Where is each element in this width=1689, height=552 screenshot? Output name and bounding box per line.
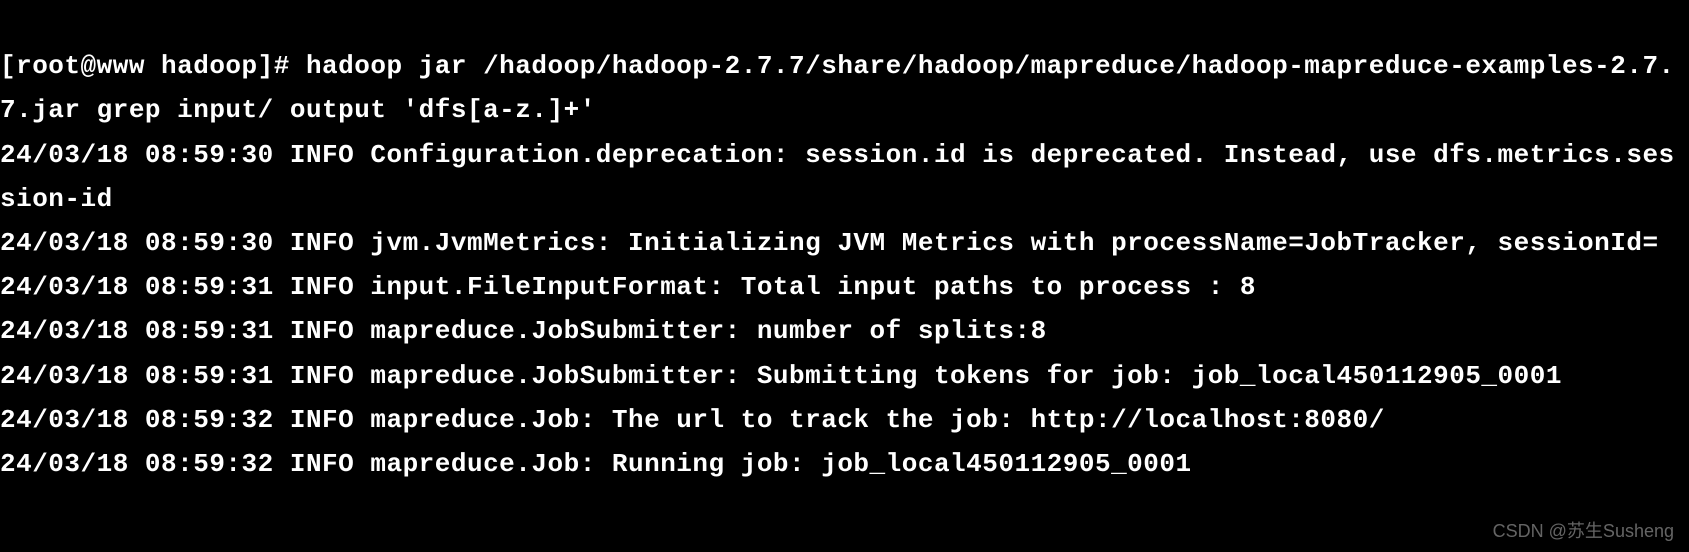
watermark-text: CSDN @苏生Susheng	[1493, 516, 1674, 547]
terminal-line: 24/03/18 08:59:30 INFO Configuration.dep…	[0, 140, 1675, 214]
terminal-output: [root@www hadoop]# hadoop jar /hadoop/ha…	[0, 0, 1689, 486]
terminal-line: 24/03/18 08:59:31 INFO mapreduce.JobSubm…	[0, 361, 1562, 391]
terminal-line: 24/03/18 08:59:32 INFO mapreduce.Job: Th…	[0, 405, 1385, 435]
terminal-line: [root@www hadoop]# hadoop jar /hadoop/ha…	[0, 51, 1675, 125]
terminal-line: 24/03/18 08:59:30 INFO jvm.JvmMetrics: I…	[0, 228, 1659, 258]
terminal-line: 24/03/18 08:59:31 INFO input.FileInputFo…	[0, 272, 1256, 302]
terminal-line: 24/03/18 08:59:31 INFO mapreduce.JobSubm…	[0, 316, 1047, 346]
terminal-line: 24/03/18 08:59:32 INFO mapreduce.Job: Ru…	[0, 449, 1192, 479]
